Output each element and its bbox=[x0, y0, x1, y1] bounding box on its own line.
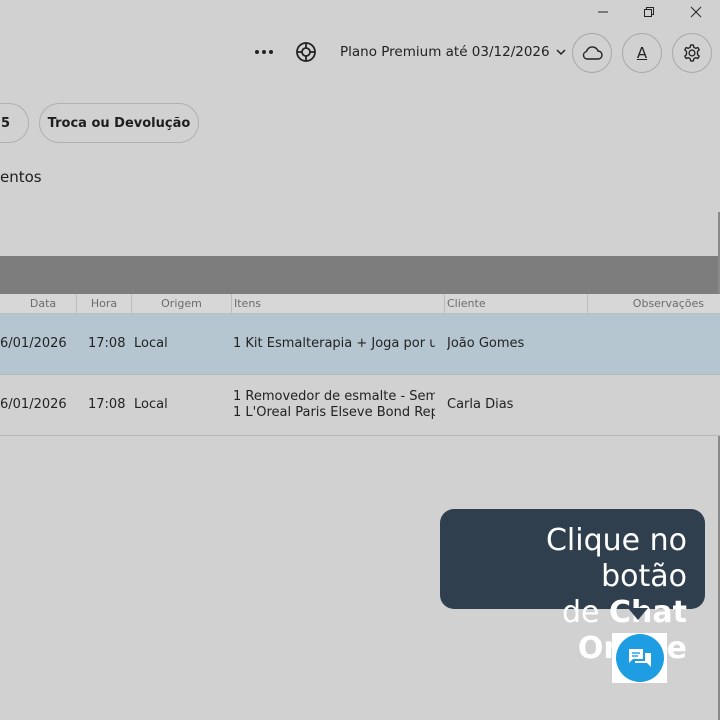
settings-button[interactable] bbox=[672, 33, 712, 73]
column-header-observacoes[interactable]: Observações bbox=[588, 294, 718, 314]
cell-itens: 1 Kit Esmalterapia + Joga por um bbox=[233, 336, 435, 351]
support-button[interactable] bbox=[294, 40, 318, 64]
cell-data: 6/01/2026 bbox=[0, 397, 67, 412]
table-row[interactable]: 6/01/2026 17:08 Local 1 Kit Esmalterapia… bbox=[0, 314, 720, 374]
row-divider bbox=[0, 435, 720, 436]
tooltip-arrow bbox=[628, 608, 648, 620]
exchange-return-button[interactable]: Troca ou Devolução bbox=[39, 103, 199, 143]
chevron-down-icon bbox=[556, 49, 566, 56]
cell-itens-line2: 1 L'Oreal Paris Elseve Bond Repa bbox=[233, 405, 435, 420]
column-header-cliente[interactable]: Cliente bbox=[445, 294, 588, 314]
column-header-hora[interactable]: Hora bbox=[77, 294, 132, 314]
chat-tooltip: Clique no botão de Chat Online bbox=[440, 509, 705, 666]
partial-action-label: F5 bbox=[0, 115, 10, 131]
more-options-button[interactable] bbox=[250, 40, 278, 64]
cell-cliente: João Gomes bbox=[447, 336, 525, 351]
chat-online-button[interactable] bbox=[615, 634, 664, 682]
gear-icon bbox=[684, 44, 700, 62]
exchange-return-label: Troca ou Devolução bbox=[47, 115, 191, 131]
cell-origem: Local bbox=[134, 336, 168, 351]
tooltip-line1: Clique no botão bbox=[545, 523, 687, 594]
chat-button-frame bbox=[612, 633, 667, 683]
cell-hora: 17:08 bbox=[88, 397, 126, 412]
table-header: Data Hora Origem Itens Cliente Observaçõ… bbox=[0, 294, 720, 314]
plan-label: Plano Premium até 03/12/2026 bbox=[340, 44, 550, 60]
minimize-button[interactable] bbox=[580, 0, 626, 24]
table-toolbar-band bbox=[0, 256, 720, 294]
plan-dropdown[interactable]: Plano Premium até 03/12/2026 bbox=[340, 44, 566, 60]
cloud-sync-button[interactable] bbox=[572, 33, 612, 73]
cloud-icon bbox=[582, 46, 603, 60]
more-dots-icon bbox=[255, 50, 259, 54]
cell-data: 6/01/2026 bbox=[0, 336, 67, 351]
restore-button[interactable] bbox=[626, 0, 672, 24]
lifebuoy-icon bbox=[296, 42, 316, 62]
column-header-data[interactable]: Data bbox=[0, 294, 77, 314]
chat-icon bbox=[628, 649, 651, 667]
cell-origem: Local bbox=[134, 397, 168, 412]
minimize-icon bbox=[598, 11, 608, 13]
column-header-origem[interactable]: Origem bbox=[132, 294, 232, 314]
font-size-button[interactable]: A bbox=[622, 33, 662, 73]
partial-action-button[interactable]: F5 bbox=[0, 103, 29, 143]
table-row[interactable]: 6/01/2026 17:08 Local 1 Removedor de esm… bbox=[0, 375, 720, 435]
close-icon bbox=[690, 6, 702, 18]
cell-itens-line1: 1 Removedor de esmalte - Sem bbox=[233, 389, 435, 404]
section-title: entos bbox=[0, 168, 42, 186]
cell-hora: 17:08 bbox=[88, 336, 126, 351]
tooltip-line2-prefix: de bbox=[561, 595, 610, 630]
restore-icon bbox=[644, 7, 654, 17]
column-header-itens[interactable]: Itens bbox=[232, 294, 445, 314]
cell-cliente: Carla Dias bbox=[447, 397, 514, 412]
font-icon: A bbox=[636, 44, 648, 62]
close-button[interactable] bbox=[673, 0, 719, 24]
